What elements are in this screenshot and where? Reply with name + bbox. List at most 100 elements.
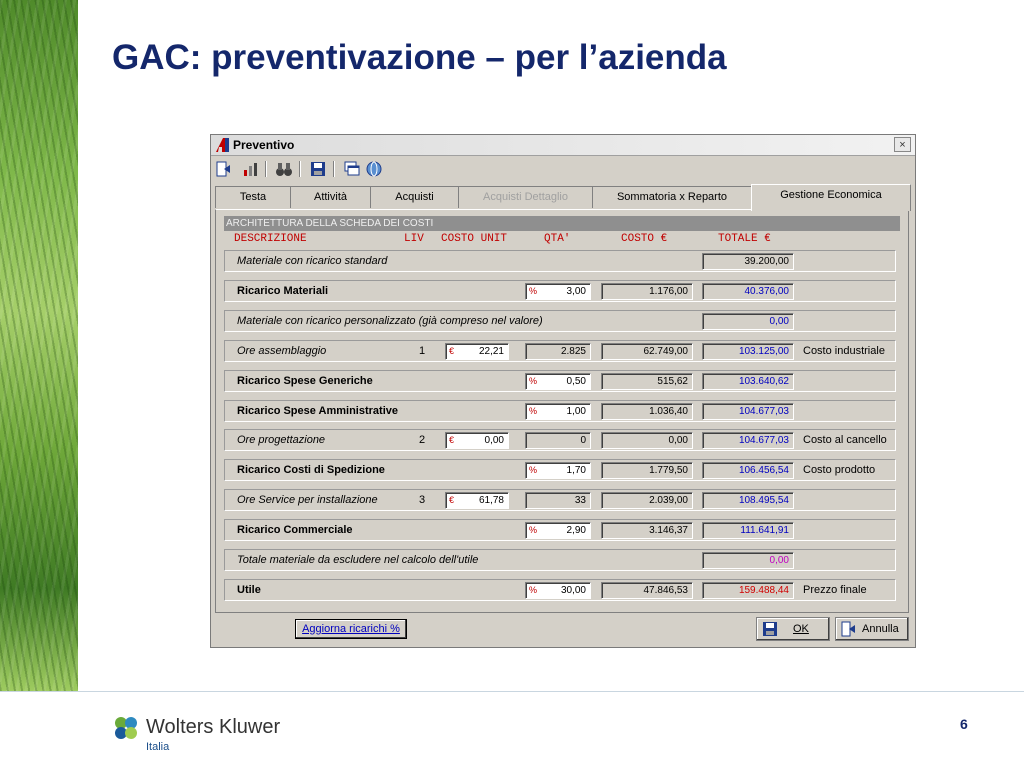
total-value: 111.641,91 (740, 525, 789, 536)
cost-field: 3.146,37 (601, 522, 693, 539)
cost-field: 1.176,00 (601, 283, 693, 300)
logo-name: Wolters Kluwer (146, 716, 281, 738)
row-description: Ore Service per installazione (237, 494, 378, 506)
markup-percent-field[interactable]: % 3,00 (525, 283, 591, 300)
cost-row: Ricarico Commerciale % 2,90 3.146,37 111.641… (224, 519, 896, 541)
header-costo: COSTO € (621, 233, 668, 245)
header-totale: TOTALE € (718, 233, 771, 245)
update-markup-button[interactable]: Aggiorna ricarichi % (295, 619, 407, 639)
unit-cost-field[interactable]: €0,00 (445, 432, 509, 449)
tab-gestione-economica[interactable]: Gestione Economica (751, 184, 911, 211)
row-note: Costo al cancello (803, 434, 887, 446)
row-description: Ricarico Materiali (237, 285, 329, 297)
unit-cost-field[interactable]: €22,21 (445, 343, 509, 360)
close-button[interactable]: × (894, 137, 911, 152)
unit-symbol: € (449, 495, 455, 505)
quantity-value: 30,00 (560, 585, 586, 596)
globe-icon[interactable] (365, 160, 383, 178)
total-field: 106.456,54 (702, 462, 794, 479)
quantity-field[interactable]: 0 (525, 432, 591, 449)
section-title: ARCHITETTURA DELLA SCHEDA DEI COSTI (224, 216, 900, 231)
row-description: Ore progettazione (237, 434, 326, 446)
total-field: 108.495,54 (702, 492, 794, 509)
exit-icon (841, 621, 855, 637)
markup-percent-field[interactable]: % 30,00 (525, 582, 591, 599)
quantity-value: 0,50 (566, 376, 586, 387)
quantity-value: 2.825 (560, 346, 586, 357)
quantity-value: 3,00 (566, 286, 586, 297)
save-icon[interactable] (309, 160, 327, 178)
unit-cost-field[interactable]: €61,78 (445, 492, 509, 509)
unit-symbol: € (449, 435, 455, 445)
unit-symbol: % (529, 465, 538, 475)
tab-attivita[interactable]: Attività (290, 186, 371, 208)
total-value: 104.677,03 (738, 406, 789, 417)
row-description: Materiale con ricarico personalizzato (g… (237, 315, 543, 327)
row-description: Ricarico Costi di Spedizione (237, 464, 385, 476)
row-description: Ore assemblaggio (237, 345, 327, 357)
total-field: 104.677,03 (702, 403, 794, 420)
quantity-value: 1,70 (566, 465, 586, 476)
markup-percent-field[interactable]: % 0,50 (525, 373, 591, 390)
ok-button[interactable]: OK (756, 617, 830, 641)
logo-subtitle: Italia (146, 741, 170, 753)
tab-acquisti-dettaglio: Acquisti Dettaglio (458, 186, 593, 208)
cost-field: 0,00 (601, 432, 693, 449)
cost-field: 47.846,53 (601, 582, 693, 599)
markup-percent-field[interactable]: % 2,90 (525, 522, 591, 539)
windows-icon[interactable] (343, 160, 361, 178)
cost-row: Ore assemblaggio 1 €22,21 2.825 62.749,00 103… (224, 340, 896, 362)
tab-testa[interactable]: Testa (215, 186, 291, 208)
quantity-field[interactable]: 2.825 (525, 343, 591, 360)
total-value: 103.125,00 (738, 346, 789, 357)
tab-strip: Testa Attività Acquisti Acquisti Dettagl… (215, 184, 911, 211)
markup-percent-field[interactable]: % 1,00 (525, 403, 591, 420)
row-description: Ricarico Commerciale (237, 524, 353, 536)
preventivo-window: Preventivo × Testa Attività Acquisti Acq… (210, 134, 916, 648)
cost-row: Ricarico Materiali% 3,00 1.176,00 40.376,00 (224, 280, 896, 302)
total-value: 0,00 (769, 555, 789, 566)
quantity-value: 1,00 (566, 406, 586, 417)
cancel-button[interactable]: Annulla (835, 617, 909, 641)
binoculars-icon[interactable] (275, 160, 293, 178)
total-value: 108.495,54 (738, 495, 789, 506)
row-level: 3 (418, 494, 426, 506)
cost-row: Ricarico Costi di Spedizione% 1,70 1.779,5… (224, 459, 896, 481)
total-field: 0,00 (702, 552, 794, 569)
unit-cost-value: 0,00 (484, 435, 504, 446)
footer-divider (0, 691, 1024, 692)
tab-acquisti[interactable]: Acquisti (370, 186, 459, 208)
cost-field: 1.036,40 (601, 403, 693, 420)
exit-icon[interactable] (215, 160, 233, 178)
cost-field: 2.039,00 (601, 492, 693, 509)
quantity-value: 33 (574, 495, 586, 506)
cost-row: Materiale con ricarico personalizzato (g… (224, 310, 896, 332)
row-description: Utile (237, 584, 261, 596)
total-value: 0,00 (769, 316, 789, 327)
total-field: 39.200,00 (702, 253, 794, 270)
quantity-field[interactable]: 33 (525, 492, 591, 509)
grass-background (0, 0, 78, 692)
markup-percent-field[interactable]: % 1,70 (525, 462, 591, 479)
wolters-kluwer-logo: Wolters Kluwer Italia (108, 706, 284, 764)
row-description: Ricarico Spese Amministrative (237, 405, 398, 417)
cost-row: Ricarico Spese Amministrative % 1,00 1.036,… (224, 400, 896, 422)
chart-icon[interactable] (241, 160, 259, 178)
total-value: 106.456,54 (738, 465, 789, 476)
unit-symbol: % (529, 525, 538, 535)
unit-cost-value: 61,78 (478, 495, 504, 506)
total-value: 159.488,44 (738, 585, 789, 596)
window-title: Preventivo (233, 138, 295, 152)
ok-label: OK (793, 623, 809, 635)
row-description: Totale materiale da escludere nel calcol… (237, 554, 479, 566)
cost-row: Utile% 30,00 47.846,53 159.488,44 Prezzo fin… (224, 579, 896, 601)
total-value: 103.640,62 (738, 376, 789, 387)
cost-row: Ore progettazione 2 €0,00 0 0,00 104.677,03 Co… (224, 429, 896, 451)
tab-sommatoria-reparto[interactable]: Sommatoria x Reparto (592, 186, 752, 208)
total-field: 111.641,91 (702, 522, 794, 539)
cost-row: Ricarico Spese Generiche% 0,50 515,62 103.6… (224, 370, 896, 392)
save-icon (763, 622, 777, 636)
cancel-label: Annulla (862, 623, 899, 635)
row-note: Prezzo finale (803, 584, 867, 596)
unit-symbol: % (529, 585, 538, 595)
